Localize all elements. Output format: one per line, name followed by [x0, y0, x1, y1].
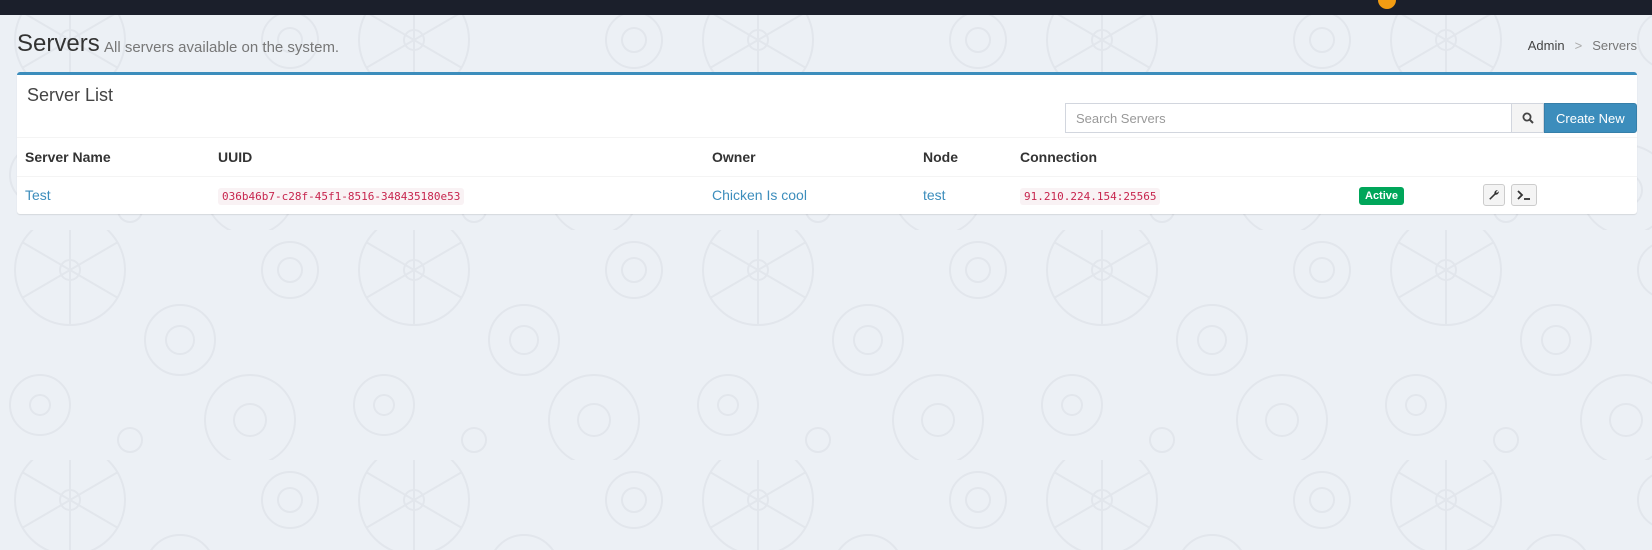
page-subtitle: All servers available on the system.	[104, 39, 340, 56]
manage-server-button[interactable]	[1483, 184, 1505, 207]
wrench-icon	[1489, 190, 1499, 201]
breadcrumb-servers: Servers	[1592, 38, 1637, 53]
cell-actions	[1475, 176, 1637, 214]
status-badge: Active	[1359, 186, 1405, 205]
breadcrumb-separator: >	[1574, 38, 1583, 53]
cell-server-name: Test	[17, 176, 210, 214]
column-actions	[1475, 138, 1637, 177]
breadcrumb-admin[interactable]: Admin	[1528, 38, 1565, 53]
page-title: Servers	[17, 30, 100, 57]
node-link[interactable]: test	[923, 187, 946, 203]
cell-connection: 91.210.224.154:25565	[1012, 176, 1351, 214]
search-input[interactable]	[1065, 103, 1511, 133]
search-button[interactable]	[1511, 103, 1544, 133]
server-name-link[interactable]: Test	[25, 187, 51, 203]
search-group: Create New	[1065, 103, 1637, 133]
cell-owner: Chicken Is cool	[704, 176, 915, 214]
content-header: Servers All servers available on the sys…	[17, 28, 1637, 62]
column-node: Node	[915, 138, 1012, 177]
column-uuid: UUID	[210, 138, 704, 177]
cell-uuid: 036b46b7-c28f-45f1-8516-348435180e53	[210, 176, 704, 214]
column-owner: Owner	[704, 138, 915, 177]
search-icon	[1522, 112, 1534, 124]
console-button[interactable]	[1510, 184, 1537, 207]
cell-node: test	[915, 176, 1012, 214]
box-title: Server List	[27, 85, 114, 105]
servers-table: Server Name UUID Owner Node Connection T…	[17, 138, 1637, 214]
server-uuid: 036b46b7-c28f-45f1-8516-348435180e53	[218, 188, 465, 206]
box-body: Server Name UUID Owner Node Connection T…	[17, 137, 1637, 214]
user-avatar[interactable]	[1378, 0, 1396, 9]
connection-address: 91.210.224.154:25565	[1020, 188, 1161, 206]
breadcrumb: Admin > Servers	[1528, 38, 1637, 53]
table-row: Test 036b46b7-c28f-45f1-8516-348435180e5…	[17, 176, 1637, 214]
create-new-button[interactable]: Create New	[1544, 103, 1637, 133]
cell-status: Active	[1351, 176, 1475, 214]
owner-link[interactable]: Chicken Is cool	[712, 187, 807, 203]
column-status	[1351, 138, 1475, 177]
terminal-icon	[1517, 190, 1530, 201]
column-connection: Connection	[1012, 138, 1351, 177]
server-list-box: Server List Create New Server Name UUID …	[17, 72, 1637, 214]
table-header-row: Server Name UUID Owner Node Connection	[17, 138, 1637, 177]
column-server-name: Server Name	[17, 138, 210, 177]
top-navbar	[0, 0, 1652, 15]
